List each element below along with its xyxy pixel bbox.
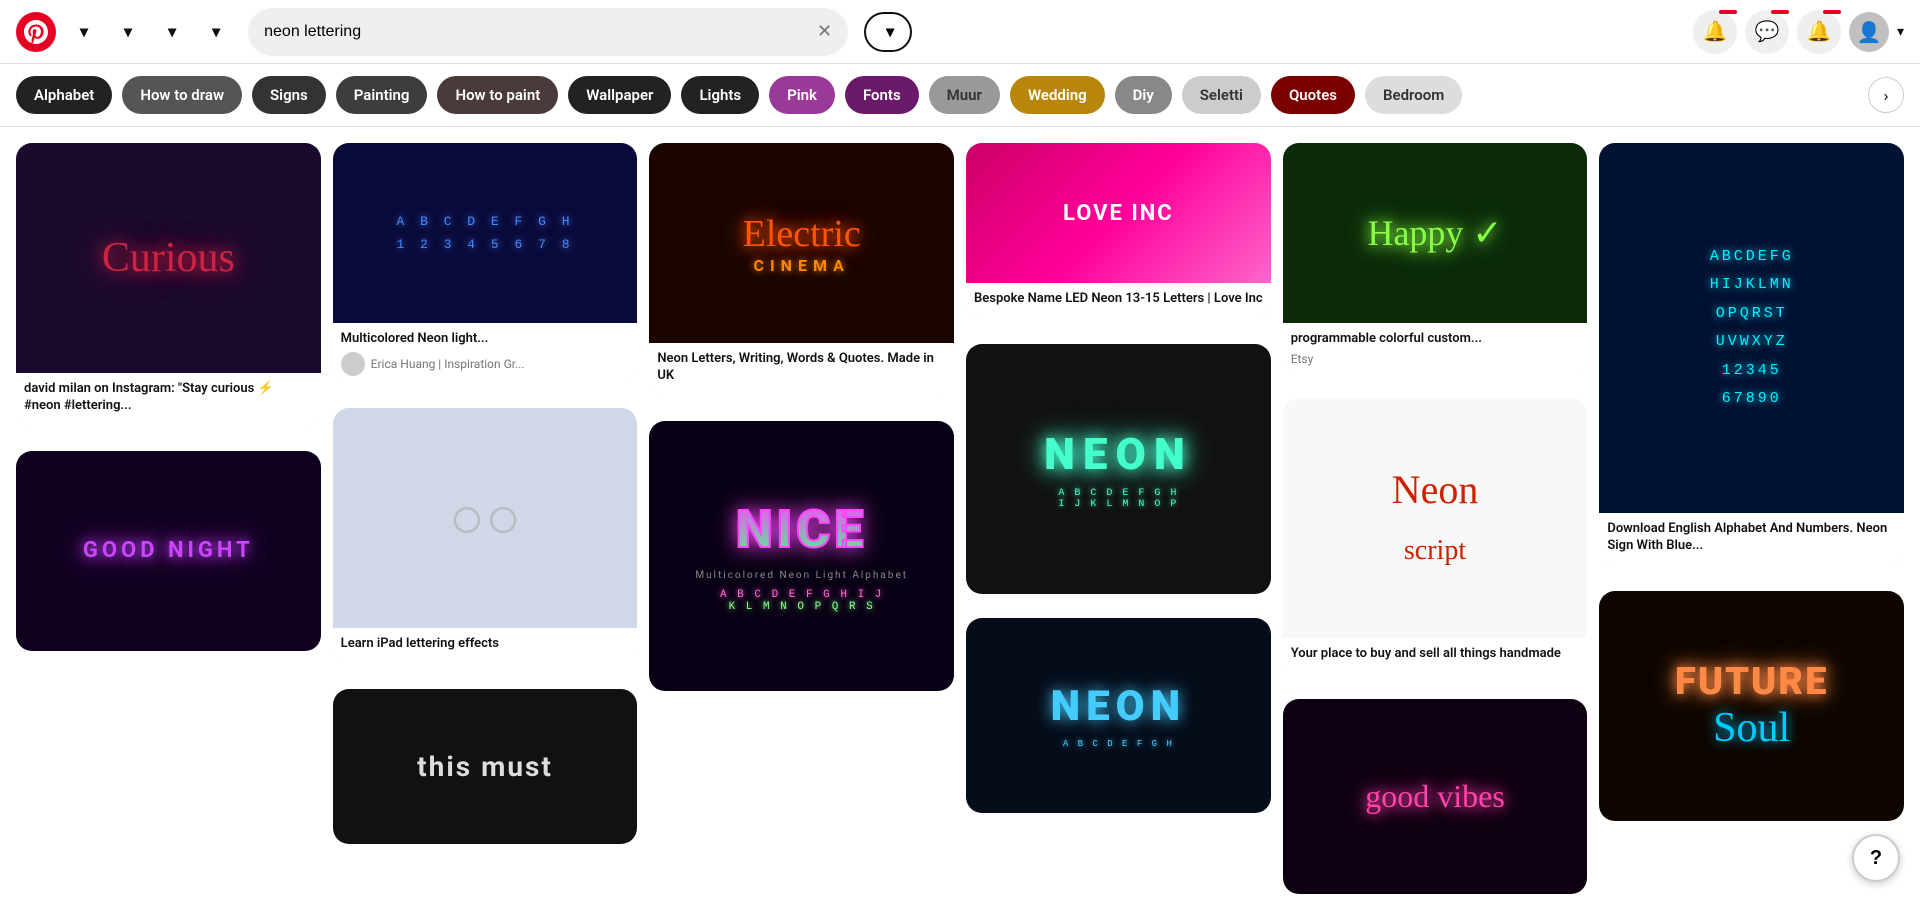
pin-info: Bespoke Name LED Neon 13-15 Letters | Lo… (966, 283, 1271, 320)
pin-card[interactable]: ○○Learn iPad lettering effects (333, 408, 638, 665)
pin-card[interactable]: FUTURESoul (1599, 591, 1904, 821)
pin-info: Multicolored Neon light... Erica Huang | … (333, 323, 638, 384)
pin-column-4: Happy ✓programmable colorful custom...Et… (1283, 143, 1588, 906)
help-button[interactable]: ? (1852, 834, 1900, 882)
category-pill-lights[interactable]: Lights (681, 76, 759, 114)
pin-info: Your place to buy and sell all things ha… (1283, 638, 1588, 675)
notifications-button[interactable]: 🔔 (1693, 10, 1737, 54)
category-pill-how-to-paint[interactable]: How to paint (437, 76, 558, 114)
updates-button[interactable]: 🔔 (1797, 10, 1841, 54)
notifications-badge (1719, 10, 1737, 14)
pin-column-3: LOVE INCBespoke Name LED Neon 13-15 Lett… (966, 143, 1271, 825)
category-pill-fonts[interactable]: Fonts (845, 76, 919, 114)
pin-info: Download English Alphabet And Numbers. N… (1599, 513, 1904, 567)
updates-badge (1823, 10, 1841, 14)
pin-title: Bespoke Name LED Neon 13-15 Letters | Lo… (974, 291, 1263, 308)
pin-card[interactable]: GOOD NIGHT (16, 451, 321, 651)
author-avatar (341, 352, 365, 376)
category-pill-bedroom[interactable]: Bedroom (1365, 76, 1462, 114)
pin-card[interactable]: NICEMulticolored Neon Light AlphabetA B … (649, 421, 954, 691)
create-nav[interactable]: ▾ (108, 14, 144, 50)
header: ▾ ▾ ▾ ▾ ✕ ▾ 🔔 💬 🔔 👤 ▾ (0, 0, 1920, 64)
pin-title: programmable colorful custom... (1291, 331, 1580, 348)
search-clear-button[interactable]: ✕ (817, 21, 832, 42)
messages-badge (1771, 10, 1789, 14)
pin-card[interactable]: NEONA B C D E F G H (966, 618, 1271, 813)
pin-title: Download English Alphabet And Numbers. N… (1607, 521, 1896, 555)
pin-card[interactable]: good vibes (1283, 699, 1588, 894)
pin-title: Multicolored Neon light... (341, 331, 630, 348)
search-input[interactable] (264, 23, 817, 41)
categories-bar: Alphabet How to draw Signs PaintingHow to p… (0, 64, 1920, 127)
main-content: Curiousdavid milan on Instagram: "Stay c… (0, 127, 1920, 922)
all-pins-dropdown[interactable]: ▾ (864, 12, 912, 52)
pin-card[interactable]: this must (333, 689, 638, 844)
pinterest-logo[interactable] (16, 12, 56, 52)
ads-nav[interactable]: ▾ (196, 14, 232, 50)
category-pill-signs[interactable]: Signs (252, 76, 326, 114)
category-pill-wallpaper[interactable]: Wallpaper (568, 76, 671, 114)
pin-column-5: ABCDEFGHIJKLMNOPQRSTUVWXYZ1234567890Down… (1599, 143, 1904, 833)
pin-title: Your place to buy and sell all things ha… (1291, 646, 1580, 663)
pin-card[interactable]: NeonscriptYour place to buy and sell all… (1283, 398, 1588, 675)
category-pill-painting[interactable]: Painting (336, 76, 428, 114)
pin-column-2: ElectricCINEMANeon Letters, Writing, Wor… (649, 143, 954, 703)
pin-column-0: Curiousdavid milan on Instagram: "Stay c… (16, 143, 321, 663)
category-pill-seletti[interactable]: Seletti (1182, 76, 1261, 114)
pin-card[interactable]: Curiousdavid milan on Instagram: "Stay c… (16, 143, 321, 427)
categories-next-arrow[interactable]: › (1868, 77, 1904, 113)
pin-card[interactable]: LOVE INCBespoke Name LED Neon 13-15 Lett… (966, 143, 1271, 320)
user-menu-chevron[interactable]: ▾ (1897, 23, 1904, 40)
pin-info: programmable colorful custom... Etsy (1283, 323, 1588, 374)
category-pill-quotes[interactable]: Quotes (1271, 76, 1355, 114)
messages-button[interactable]: 💬 (1745, 10, 1789, 54)
author-name: Erica Huang | Inspiration Gr... (371, 357, 525, 371)
analytics-nav[interactable]: ▾ (152, 14, 188, 50)
category-pill-wedding[interactable]: Wedding (1010, 76, 1105, 114)
updates-icon: 🔔 (1807, 19, 1832, 44)
pin-subtitle: Etsy (1291, 352, 1580, 366)
pin-column-1: A B C D E F G H1 2 3 4 5 6 7 8Multicolor… (333, 143, 638, 856)
speech-bubble-icon: 💬 (1755, 19, 1780, 44)
category-pill-pink[interactable]: Pink (769, 76, 835, 114)
pin-info: david milan on Instagram: "Stay curious … (16, 373, 321, 427)
header-right: 🔔 💬 🔔 👤 ▾ (1693, 10, 1904, 54)
user-avatar[interactable]: 👤 (1849, 12, 1889, 52)
pin-title: Learn iPad lettering effects (341, 636, 630, 653)
category-pill-muur[interactable]: Muur (929, 76, 1000, 114)
pin-author: Erica Huang | Inspiration Gr... (341, 352, 630, 376)
category-pill-alphabet[interactable]: Alphabet (16, 76, 112, 114)
pins-grid: Curiousdavid milan on Instagram: "Stay c… (16, 143, 1904, 906)
pin-card[interactable]: Happy ✓programmable colorful custom...Et… (1283, 143, 1588, 374)
pin-card[interactable]: NEONA B C D E F G HI J K L M N O P (966, 344, 1271, 594)
bell-icon: 🔔 (1703, 19, 1728, 44)
pin-card[interactable]: ElectricCINEMANeon Letters, Writing, Wor… (649, 143, 954, 397)
category-pill-how-to-draw[interactable]: How to draw (122, 76, 242, 114)
category-pill-diy[interactable]: Diy (1115, 76, 1172, 114)
pin-info: Neon Letters, Writing, Words & Quotes. M… (649, 343, 954, 397)
pin-card[interactable]: A B C D E F G H1 2 3 4 5 6 7 8Multicolor… (333, 143, 638, 384)
pin-card[interactable]: ABCDEFGHIJKLMNOPQRSTUVWXYZ1234567890Down… (1599, 143, 1904, 567)
pin-title: david milan on Instagram: "Stay curious … (24, 381, 313, 415)
pin-title: Neon Letters, Writing, Words & Quotes. M… (657, 351, 946, 385)
business-nav[interactable]: ▾ (64, 14, 100, 50)
search-container: ✕ (248, 8, 848, 56)
pin-info: Learn iPad lettering effects (333, 628, 638, 665)
